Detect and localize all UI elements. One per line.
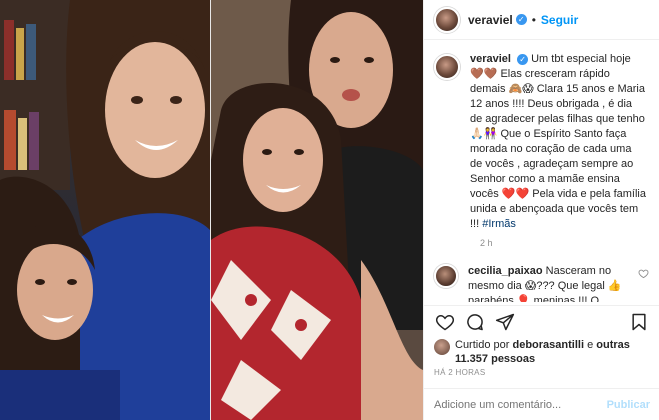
caption-username[interactable]: veraviel: [470, 53, 511, 65]
comments-section[interactable]: veraviel ✓ Um tbt especial hoje 🤎🤎 Elas …: [424, 52, 659, 302]
photo-recent: [211, 0, 423, 420]
caption-hashtag[interactable]: #Irmãs: [482, 218, 516, 230]
commenter-avatar[interactable]: [434, 264, 458, 288]
likes-prefix: Curtido por: [455, 339, 510, 351]
action-bar: [424, 305, 659, 337]
commenter-username[interactable]: cecilia_paixao: [468, 265, 543, 277]
add-comment-bar: Publicar: [424, 388, 659, 420]
likes-connector: e: [587, 339, 594, 351]
post-time-ago[interactable]: HÁ 2 HORAS: [434, 368, 485, 377]
photo-childhood: [0, 0, 210, 420]
post-header: veraviel ✓ • Seguir: [424, 0, 659, 40]
header-separator: •: [531, 12, 536, 27]
comment-body: cecilia_paixao Nasceram no mesmo dia 😱??…: [468, 264, 634, 302]
author-username[interactable]: veraviel: [468, 13, 513, 27]
share-icon[interactable]: [494, 311, 516, 333]
comment-item: cecilia_paixao Nasceram no mesmo dia 😱??…: [434, 264, 650, 302]
likes-user[interactable]: deborasantilli: [512, 339, 584, 351]
comment-input[interactable]: [434, 398, 607, 411]
photo-recent-illustration: [211, 0, 423, 420]
likes-text: Curtido por deborasantilli e outras 11.3…: [455, 338, 654, 366]
likes-summary: Curtido por deborasantilli e outras 11.3…: [434, 338, 654, 366]
caption-author-avatar[interactable]: [434, 54, 460, 80]
post-caption: veraviel ✓ Um tbt especial hoje 🤎🤎 Elas …: [434, 52, 650, 232]
caption-time: 2 h: [480, 238, 493, 248]
comment-icon[interactable]: [464, 311, 486, 333]
verified-badge-icon: ✓: [515, 14, 527, 25]
comment-like-icon[interactable]: [638, 264, 650, 302]
heart-icon[interactable]: [434, 311, 456, 333]
bookmark-icon[interactable]: [628, 311, 650, 333]
liker-avatar[interactable]: [434, 339, 450, 355]
post-panel: veraviel ✓ • Seguir veraviel ✓ Um tbt es…: [423, 0, 659, 420]
caption-verified-badge-icon: ✓: [517, 53, 529, 65]
author-avatar[interactable]: [434, 6, 460, 33]
publish-button[interactable]: Publicar: [607, 399, 650, 411]
follow-button[interactable]: Seguir: [541, 13, 578, 27]
caption-body: veraviel ✓ Um tbt especial hoje 🤎🤎 Elas …: [470, 52, 646, 232]
photo-childhood-illustration: [0, 0, 210, 420]
post-media[interactable]: [0, 0, 423, 420]
caption-text: Um tbt especial hoje 🤎🤎 Elas cresceram r…: [470, 53, 646, 230]
